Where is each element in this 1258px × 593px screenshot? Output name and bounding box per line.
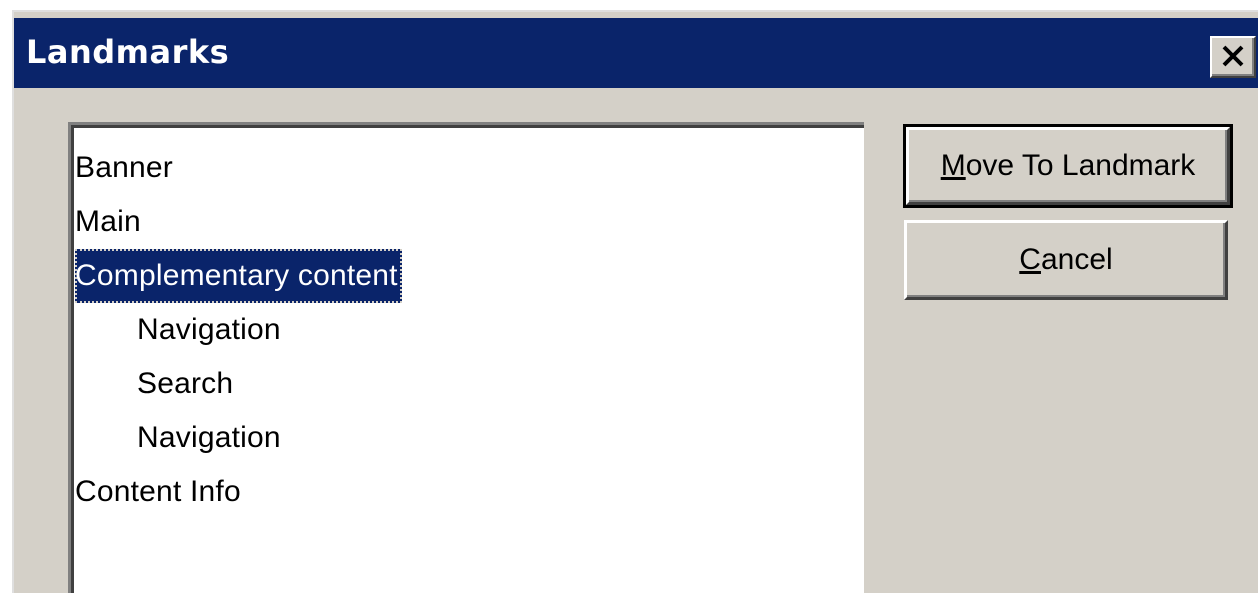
move-to-landmark-mnemonic: M (940, 149, 966, 182)
title-bar[interactable]: Landmarks (14, 18, 1258, 88)
cancel-button[interactable]: Cancel (904, 220, 1228, 300)
move-to-landmark-button[interactable]: Move To Landmark (903, 124, 1233, 208)
list-item-navigation-2[interactable]: Navigation (75, 411, 281, 465)
list-item-navigation[interactable]: Navigation (75, 303, 281, 357)
list-item-banner[interactable]: Banner (75, 141, 173, 195)
move-to-landmark-text: ove To Landmark (965, 149, 1196, 182)
move-to-landmark-label: Move To Landmark (941, 130, 1196, 202)
list-item-main[interactable]: Main (75, 195, 141, 249)
cancel-label: Cancel (1019, 223, 1112, 297)
list-item-complementary-content[interactable]: Complementary content (75, 249, 402, 303)
list-item-content-info[interactable]: Content Info (75, 465, 241, 519)
landmarks-dialog: Landmarks Banner Main Complementary cont… (12, 10, 1258, 593)
close-button[interactable] (1210, 36, 1256, 78)
dialog-title: Landmarks (26, 33, 230, 71)
landmarks-listbox[interactable]: Banner Main Complementary content Naviga… (68, 122, 864, 593)
cancel-mnemonic: C (1019, 243, 1041, 276)
close-icon (1222, 45, 1244, 67)
list-item-search[interactable]: Search (75, 357, 233, 411)
cancel-text: ancel (1040, 243, 1113, 276)
